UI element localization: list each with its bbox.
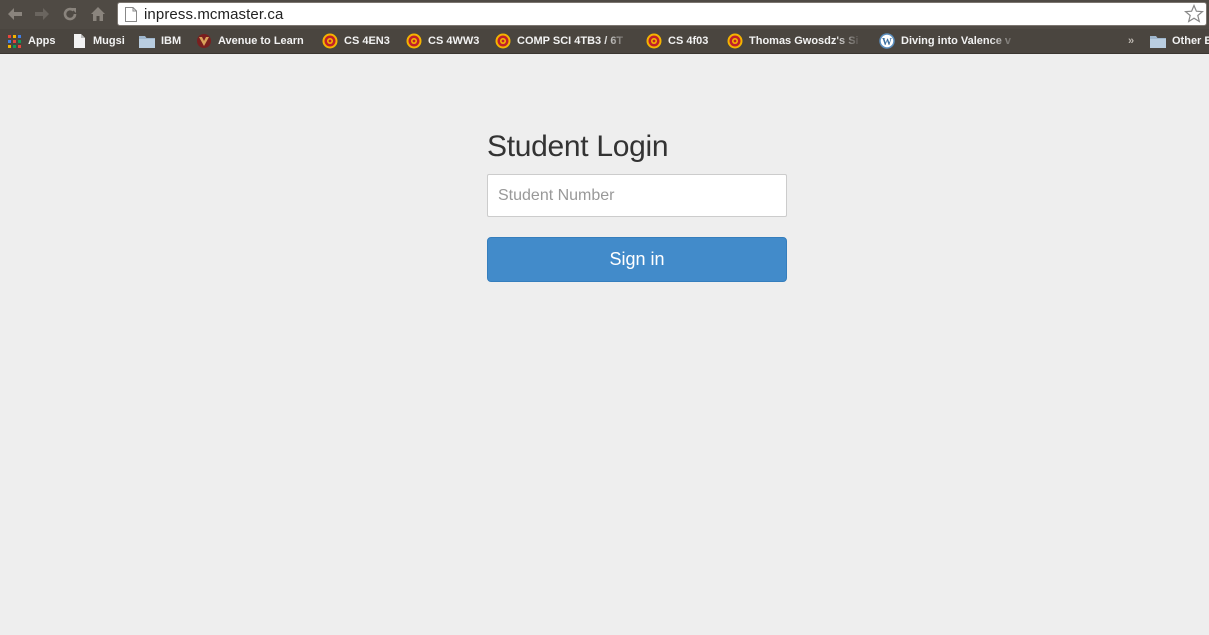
bookmark-cs-4en3[interactable]: CS 4EN3 — [322, 33, 390, 49]
svg-text:W: W — [882, 37, 892, 48]
bookmark-label: Other B — [1172, 35, 1209, 47]
folder-icon — [139, 33, 155, 49]
bookmark-other-bookmarks[interactable]: Other B — [1150, 33, 1209, 49]
apps-grid-icon — [6, 33, 22, 49]
bookmark-thomas-gwosdz[interactable]: Thomas Gwosdz's Si — [727, 33, 861, 49]
bookmark-diving-into-valence[interactable]: W Diving into Valence v — [879, 33, 1017, 49]
bookmark-avenue-to-learn[interactable]: Avenue to Learn — [196, 33, 304, 49]
home-button[interactable] — [87, 3, 109, 25]
bookmarks-overflow-chevron[interactable]: » — [1128, 35, 1134, 47]
reload-button[interactable] — [59, 3, 81, 25]
bookmarks-bar: Apps Mugsi IBM Avenue to Learn CS 4EN3 C… — [0, 29, 1209, 54]
login-form: Student Login Sign in — [487, 128, 787, 282]
wordpress-icon: W — [879, 33, 895, 49]
sign-in-button[interactable]: Sign in — [487, 237, 787, 282]
bookmark-cs-4ww3[interactable]: CS 4WW3 — [406, 33, 479, 49]
page-title: Student Login — [487, 130, 669, 163]
bookmark-ibm[interactable]: IBM — [139, 33, 181, 49]
browser-toolbar: inpress.mcmaster.ca — [0, 0, 1209, 29]
folder-icon — [1150, 33, 1166, 49]
bookmark-star-icon[interactable] — [1183, 3, 1205, 29]
bookmark-label: Mugsi — [93, 35, 125, 47]
forward-arrow-icon — [35, 8, 49, 20]
bookmark-cs-4f03[interactable]: CS 4f03 — [646, 33, 708, 49]
forward-button[interactable] — [31, 3, 53, 25]
bookmark-label: Diving into Valence v — [901, 35, 1012, 47]
page-icon — [125, 7, 137, 27]
bookmark-comp-sci-4tb3[interactable]: COMP SCI 4TB3 / 6T — [495, 33, 630, 49]
mcmaster-icon — [406, 33, 422, 49]
bookmark-label: Apps — [28, 35, 56, 47]
bookmark-label: CS 4f03 — [668, 35, 709, 47]
avenue-icon — [196, 33, 212, 49]
address-bar[interactable]: inpress.mcmaster.ca — [117, 2, 1207, 26]
bookmark-label: IBM — [161, 35, 182, 47]
page-icon — [71, 33, 87, 49]
back-arrow-icon — [8, 8, 22, 20]
url-text: inpress.mcmaster.ca — [144, 6, 284, 23]
mcmaster-icon — [495, 33, 511, 49]
bookmark-label: CS 4WW3 — [428, 35, 480, 47]
mcmaster-icon — [646, 33, 662, 49]
bookmark-apps[interactable]: Apps — [6, 33, 56, 49]
bookmark-label: COMP SCI 4TB3 / 6T — [517, 35, 624, 47]
bookmark-label: Thomas Gwosdz's Si — [749, 35, 859, 47]
bookmark-mugsi[interactable]: Mugsi — [71, 33, 125, 49]
mcmaster-icon — [727, 33, 743, 49]
bookmark-label: Avenue to Learn — [218, 35, 304, 47]
home-icon — [91, 7, 105, 21]
bookmark-label: CS 4EN3 — [344, 35, 390, 47]
back-button[interactable] — [4, 3, 26, 25]
mcmaster-icon — [322, 33, 338, 49]
student-number-input[interactable] — [487, 174, 787, 217]
reload-icon — [63, 7, 77, 21]
